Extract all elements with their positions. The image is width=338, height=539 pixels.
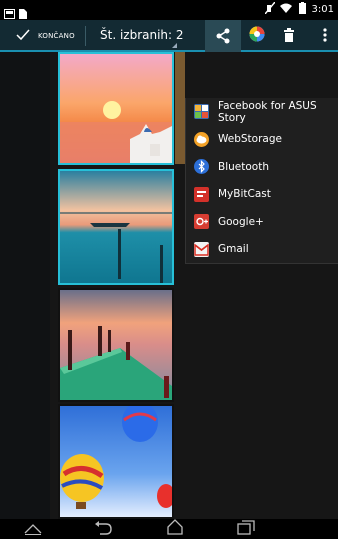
share-item-label: MyBitCast [218, 188, 271, 201]
recent-apps-button[interactable] [231, 519, 261, 539]
share-item-label: Google+ [218, 215, 264, 228]
share-icon [216, 28, 230, 48]
gmail-icon [194, 241, 209, 257]
home-button[interactable] [160, 519, 190, 539]
mybitcast-icon [194, 186, 209, 202]
overflow-menu-button[interactable] [310, 20, 338, 52]
share-menu: Facebook for ASUS Story WebStorage Bluet… [185, 98, 338, 264]
picasa-icon [249, 26, 265, 46]
recent-apps-icon [237, 519, 255, 539]
dropdown-caret-icon [172, 43, 177, 48]
done-button[interactable]: KONČANO [16, 26, 75, 45]
wifi-icon [279, 3, 292, 16]
collapse-icon [24, 520, 42, 539]
share-button[interactable] [205, 20, 241, 52]
collapse-button[interactable] [18, 521, 48, 537]
share-item-mybitcast[interactable]: MyBitCast [186, 181, 338, 209]
share-item-label: Gmail [218, 243, 249, 256]
wooden-dock-photo[interactable] [58, 288, 174, 402]
hot-air-balloons-photo[interactable] [58, 404, 174, 519]
delete-icon [284, 27, 294, 46]
delete-button[interactable] [274, 20, 304, 52]
share-item-webstorage[interactable]: WebStorage [186, 126, 338, 154]
battery-icon [297, 2, 307, 17]
webstorage-icon [194, 131, 209, 147]
share-item-label: Bluetooth [218, 160, 269, 173]
back-button[interactable] [88, 520, 118, 539]
sunset-village-photo[interactable] [58, 52, 174, 165]
selection-count-dropdown[interactable]: Št. izbranih: 2 [100, 28, 184, 42]
bluetooth-icon [194, 159, 209, 175]
album-strip [0, 52, 50, 519]
overflow-menu-icon [323, 27, 327, 46]
share-item-gmail[interactable]: Gmail [186, 236, 338, 264]
picasa-button[interactable] [242, 20, 272, 52]
share-item-bluetooth[interactable]: Bluetooth [186, 153, 338, 181]
partial-photo [175, 52, 185, 164]
home-icon [166, 519, 184, 539]
navigation-bar [0, 519, 338, 539]
lake-pier-photo[interactable] [58, 169, 174, 285]
asus-story-icon [194, 104, 209, 120]
divider [85, 26, 86, 46]
back-icon [94, 520, 112, 539]
action-bar: KONČANO Št. izbranih: 2 [0, 20, 338, 52]
share-item-label: WebStorage [218, 133, 282, 146]
share-item-google-plus[interactable]: Google+ [186, 208, 338, 236]
status-bar: 3:01 [0, 0, 338, 20]
mute-icon [263, 1, 276, 17]
gallery-grid: Facebook for ASUS Story WebStorage Bluet… [0, 52, 338, 519]
google-plus-icon [194, 214, 209, 230]
share-item-asus-story[interactable]: Facebook for ASUS Story [186, 98, 338, 126]
checkmark-icon [16, 26, 30, 45]
done-label: KONČANO [38, 31, 75, 40]
share-item-label: Facebook for ASUS Story [218, 99, 317, 124]
clock: 3:01 [311, 4, 334, 15]
